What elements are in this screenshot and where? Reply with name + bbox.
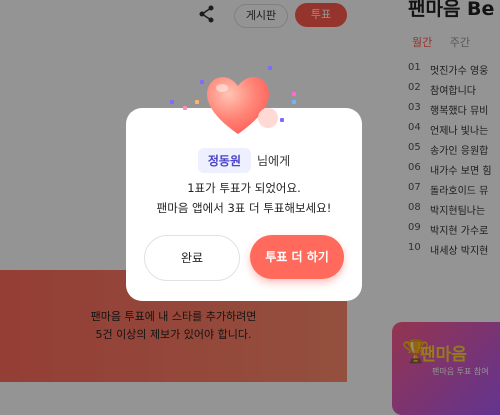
heart-icon: [207, 77, 278, 134]
recipient-suffix: 님에게: [257, 154, 291, 168]
message-line-1: 1표가 투표가 되었어요.: [187, 181, 301, 195]
done-button[interactable]: 완료: [144, 235, 240, 281]
recipient-row: 정동원 님에게: [126, 148, 362, 173]
message-line-2: 팬마음 앱에서 3표 더 투표해보세요!: [156, 201, 332, 215]
recipient-name: 정동원: [197, 148, 251, 173]
vote-more-button[interactable]: 투표 더 하기: [250, 235, 344, 279]
